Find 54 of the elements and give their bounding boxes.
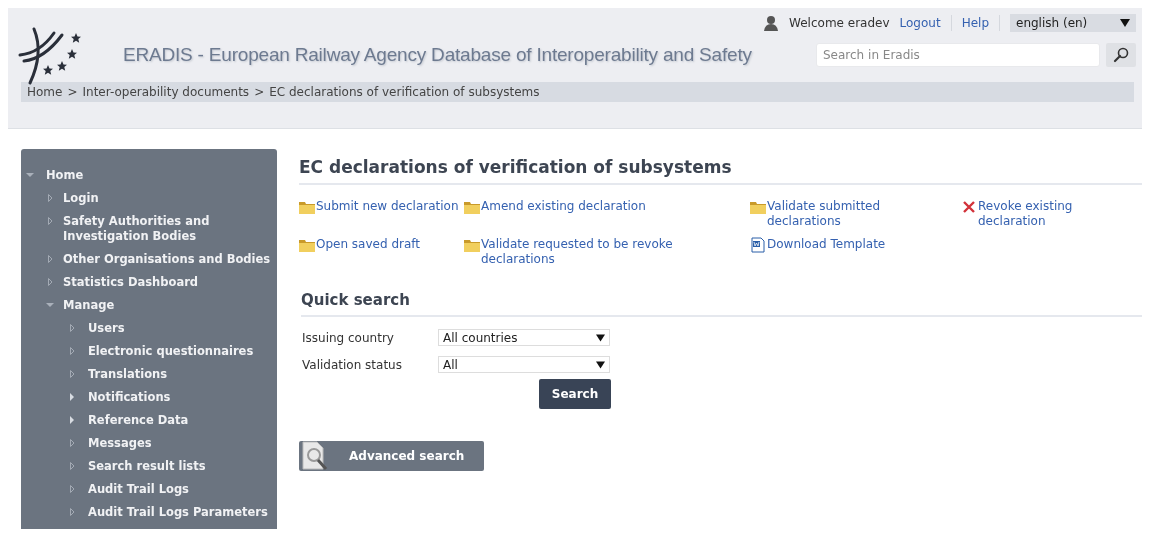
caret-icon <box>596 360 605 369</box>
select-field[interactable]: All <box>438 356 610 373</box>
folder-icon <box>464 237 480 253</box>
sidebar-item[interactable]: Home <box>46 168 84 183</box>
header-link[interactable]: Help <box>961 16 989 30</box>
folder-icon <box>750 199 766 215</box>
breadcrumb-item[interactable]: Inter-operability documents <box>82 85 250 99</box>
breadcrumb-item[interactable]: Home <box>27 85 63 99</box>
action-link[interactable]: Validate requested to be revoke declarations <box>481 237 721 267</box>
search-field[interactable]: Search in Eradis <box>816 43 1100 67</box>
header-link[interactable]: Logout <box>899 16 941 30</box>
sidebar-item[interactable]: Statistics Dashboard <box>63 275 199 290</box>
sidebar-item[interactable]: Electronic questionnaires <box>88 344 254 359</box>
breadcrumb-separator: > <box>67 85 78 99</box>
advanced-search-button[interactable]: Advanced search <box>299 441 484 471</box>
action-link[interactable]: Validate submitted declarations <box>767 199 917 229</box>
sidebar-item[interactable]: Translations <box>88 367 168 382</box>
sidebar-item[interactable]: Audit Trail Logs <box>88 482 189 497</box>
welcome-text: Welcome eradev <box>789 16 890 30</box>
sidebar-item[interactable]: Manage <box>63 298 115 313</box>
sidebar-item[interactable]: Users <box>88 321 125 336</box>
cross-icon <box>961 199 977 215</box>
sidebar-item[interactable]: Safety Authorities and Investigation Bodies <box>63 214 271 244</box>
site-title: ERADIS - European Railway Agency Database of Interoperability and Safety <box>123 44 753 66</box>
folder-icon <box>299 199 315 215</box>
field-label: Issuing country <box>302 330 395 345</box>
sidebar-item[interactable]: Messages <box>88 436 152 451</box>
sidebar-item[interactable]: Notifications <box>88 390 171 405</box>
breadcrumb-item: EC declarations of verification of subsystems <box>269 85 540 99</box>
sidebar-item[interactable]: Other Organisations and Bodies <box>63 252 271 267</box>
sidebar-item[interactable]: Login <box>63 191 99 206</box>
folder-icon <box>299 237 315 253</box>
action-link[interactable]: Download Template <box>767 237 886 252</box>
caret-icon <box>1120 19 1130 27</box>
sidebar-item[interactable]: Reference Data <box>88 413 189 428</box>
folder-icon <box>464 199 480 215</box>
page-title: EC declarations of verification of subsystems <box>299 157 1142 185</box>
caret-icon <box>596 333 605 342</box>
search-button[interactable]: Search <box>539 379 611 409</box>
search-button[interactable] <box>1106 43 1136 67</box>
section-title: Quick search <box>301 291 1142 317</box>
field-label: Validation status <box>302 357 403 372</box>
language-dropdown[interactable]: english (en) <box>1010 14 1136 32</box>
action-link[interactable]: Open saved draft <box>316 237 420 252</box>
document-icon <box>750 237 766 253</box>
action-link[interactable]: Submit new declaration <box>316 199 459 214</box>
search-icon <box>1113 47 1129 63</box>
action-link[interactable]: Amend existing declaration <box>481 199 646 214</box>
user-icon <box>763 15 780 31</box>
sidebar-item[interactable]: Audit Trail Logs Parameters <box>88 505 268 520</box>
select-field[interactable]: All countries <box>438 329 610 346</box>
breadcrumb-separator: > <box>254 85 265 99</box>
sidebar-item[interactable]: Search result lists <box>88 459 206 474</box>
action-link[interactable]: Revoke existing declaration <box>978 199 1128 229</box>
